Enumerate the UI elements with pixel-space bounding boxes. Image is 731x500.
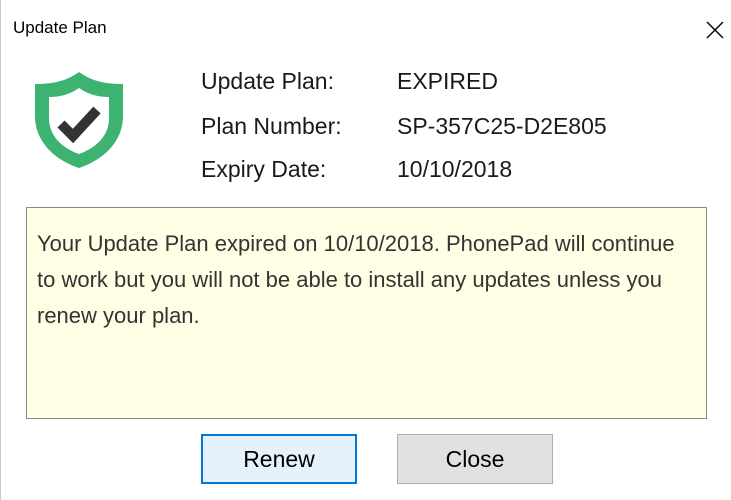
- plan-number-label: Plan Number:: [201, 113, 342, 139]
- window-title: Update Plan: [13, 18, 107, 37]
- shield-check-icon: [29, 68, 129, 172]
- close-icon[interactable]: [700, 16, 730, 44]
- renew-button[interactable]: Renew: [201, 434, 357, 484]
- plan-status-label: Update Plan:: [201, 68, 334, 94]
- close-button[interactable]: Close: [397, 434, 553, 484]
- expiry-date-label: Expiry Date:: [201, 156, 327, 182]
- expiry-date-value: 10/10/2018: [397, 156, 513, 182]
- plan-number-value: SP-357C25-D2E805: [397, 113, 607, 139]
- plan-status-value: EXPIRED: [397, 68, 498, 94]
- title-bar: Update Plan: [1, 0, 731, 40]
- expiry-message: Your Update Plan expired on 10/10/2018. …: [26, 207, 707, 419]
- update-plan-dialog: Update Plan Update Plan: EXPIRED Plan Nu…: [0, 0, 731, 500]
